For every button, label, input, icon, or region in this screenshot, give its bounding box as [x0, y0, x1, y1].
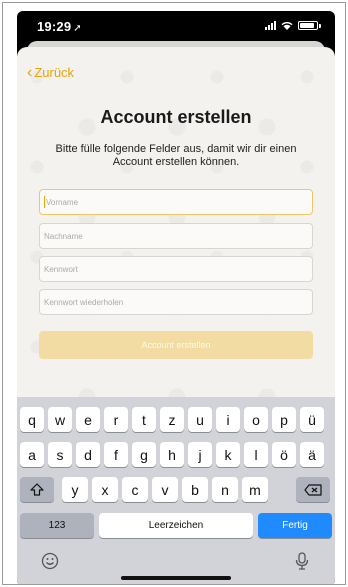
key-x[interactable]: x: [92, 477, 118, 502]
key-n[interactable]: n: [212, 477, 238, 502]
back-button[interactable]: ‹ Zurück: [27, 64, 75, 81]
key-u[interactable]: u: [188, 407, 212, 432]
key-b[interactable]: b: [182, 477, 208, 502]
create-account-button[interactable]: Account erstellen: [39, 331, 313, 359]
battery-cap: [319, 23, 321, 28]
text-cursor: [44, 196, 45, 208]
last-name-placeholder: Nachname: [44, 231, 83, 241]
page-subtitle: Bitte fülle folgende Felder aus, damit w…: [55, 143, 297, 168]
backspace-key[interactable]: [296, 477, 330, 502]
password-field[interactable]: Kennwort: [39, 256, 313, 282]
key-t[interactable]: t: [132, 407, 156, 432]
key-d[interactable]: d: [76, 442, 100, 467]
key-r[interactable]: r: [104, 407, 128, 432]
first-name-field[interactable]: Vorname: [39, 189, 313, 215]
key-p[interactable]: p: [272, 407, 296, 432]
key-z[interactable]: z: [160, 407, 184, 432]
first-name-placeholder: Vorname: [46, 197, 79, 207]
key-o-umlaut[interactable]: ö: [272, 442, 296, 467]
account-sheet: ‹ Zurück Account erstellen Bitte fülle f…: [17, 47, 335, 397]
key-q[interactable]: q: [20, 407, 44, 432]
status-icons: [265, 21, 321, 30]
key-j[interactable]: j: [188, 442, 212, 467]
key-w[interactable]: w: [48, 407, 72, 432]
home-indicator[interactable]: [121, 576, 231, 580]
cellular-signal-icon: [265, 21, 276, 30]
key-u-umlaut[interactable]: ü: [300, 407, 324, 432]
battery-icon: [298, 21, 318, 30]
shift-key[interactable]: [20, 477, 54, 502]
key-k[interactable]: k: [216, 442, 240, 467]
key-e[interactable]: e: [76, 407, 100, 432]
wifi-icon: [281, 22, 293, 30]
emoji-icon[interactable]: [39, 550, 61, 572]
numbers-key[interactable]: 123: [20, 513, 94, 538]
back-button-label: Zurück: [34, 65, 75, 80]
chevron-left-icon: ‹: [27, 64, 33, 81]
last-name-field[interactable]: Nachname: [39, 223, 313, 249]
key-h[interactable]: h: [160, 442, 184, 467]
microphone-icon[interactable]: [291, 550, 313, 572]
password-repeat-field[interactable]: Kennwort wiederholen: [39, 289, 313, 315]
backspace-icon: [304, 483, 322, 496]
password-repeat-placeholder: Kennwort wiederholen: [44, 297, 124, 307]
key-s[interactable]: s: [48, 442, 72, 467]
phone-screen: 19:29 ➚ ‹ Zurück Account erstellen Bitte…: [17, 11, 335, 584]
key-f[interactable]: f: [104, 442, 128, 467]
key-a-umlaut[interactable]: ä: [300, 442, 324, 467]
key-y[interactable]: y: [62, 477, 88, 502]
key-i[interactable]: i: [216, 407, 240, 432]
space-key[interactable]: Leerzeichen: [99, 513, 253, 538]
key-l[interactable]: l: [244, 442, 268, 467]
key-o[interactable]: o: [244, 407, 268, 432]
key-v[interactable]: v: [152, 477, 178, 502]
shift-icon: [30, 483, 44, 496]
key-a[interactable]: a: [20, 442, 44, 467]
password-placeholder: Kennwort: [44, 264, 78, 274]
key-m[interactable]: m: [242, 477, 268, 502]
status-bar: 19:29 ➚: [17, 11, 335, 43]
key-c[interactable]: c: [122, 477, 148, 502]
status-time: 19:29 ➚: [37, 19, 82, 34]
screenshot-frame: 19:29 ➚ ‹ Zurück Account erstellen Bitte…: [2, 2, 346, 585]
location-arrow-icon: ➚: [73, 23, 82, 34]
page-title: Account erstellen: [100, 107, 252, 127]
onscreen-keyboard: q w e r t z u i o p ü a s d f g h j k l …: [17, 397, 335, 584]
done-key[interactable]: Fertig: [258, 513, 332, 538]
key-g[interactable]: g: [132, 442, 156, 467]
